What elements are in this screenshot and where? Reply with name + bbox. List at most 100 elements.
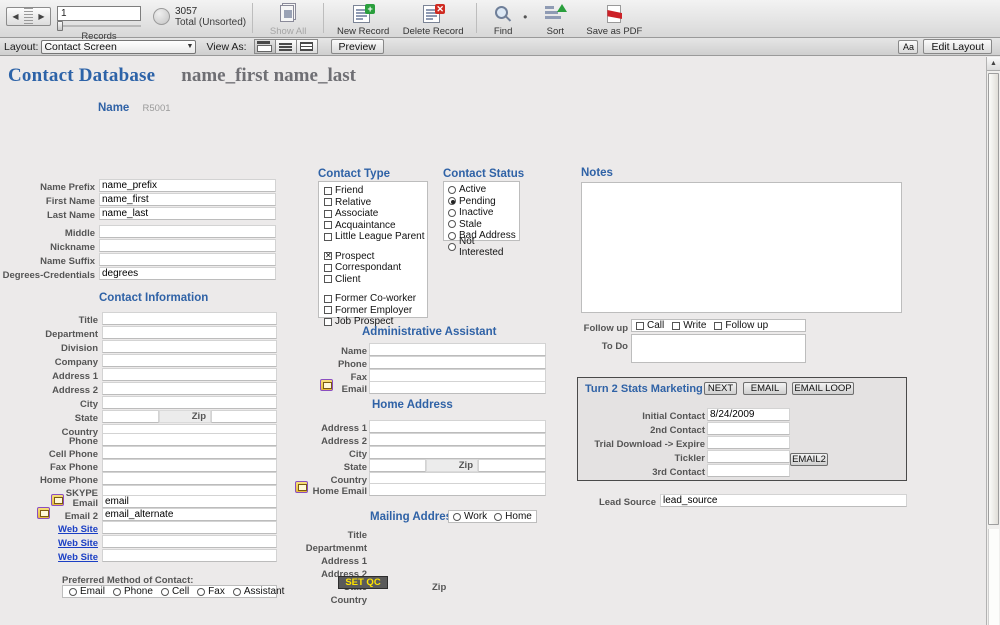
record-number-input[interactable]: 1 <box>57 6 141 21</box>
field-middle[interactable] <box>99 225 276 238</box>
radio-bad-address[interactable] <box>448 231 456 240</box>
field-cell-phone[interactable] <box>102 446 277 459</box>
contact-status-stale[interactable]: Stale <box>448 219 519 231</box>
field-state[interactable] <box>102 410 159 423</box>
radio-active[interactable] <box>448 185 456 194</box>
field-zip[interactable] <box>211 410 277 423</box>
field-name-suffix[interactable] <box>99 253 276 266</box>
email-button[interactable]: EMAIL <box>743 382 787 395</box>
field-tickler[interactable] <box>707 450 790 463</box>
radio-mailing-home[interactable] <box>494 512 503 521</box>
preferred-option-email[interactable]: Email <box>69 586 105 598</box>
checkbox-job-prospect[interactable] <box>324 317 332 326</box>
contact-status-not-interested[interactable]: Not Interested <box>448 236 519 258</box>
field-email-2[interactable]: email_alternate <box>102 508 277 521</box>
field-email[interactable]: email <box>102 495 277 508</box>
field-website-1[interactable] <box>102 521 277 534</box>
checkbox-correspondant[interactable] <box>324 263 332 272</box>
contact-type-former-employer[interactable]: Former Employer <box>324 305 427 317</box>
field-3rd-contact[interactable] <box>707 464 790 477</box>
checkbox-call[interactable] <box>636 321 644 330</box>
field-website-3[interactable] <box>102 549 277 562</box>
checkbox-former-coworker[interactable] <box>324 294 332 303</box>
preferred-option-phone[interactable]: Phone <box>113 586 153 598</box>
mailing-option-home[interactable]: Home <box>494 511 532 523</box>
contact-status-active[interactable]: Active <box>448 184 519 196</box>
field-address-2[interactable] <box>102 382 277 395</box>
checkbox-friend[interactable] <box>324 186 332 195</box>
checkbox-client[interactable] <box>324 275 332 284</box>
radio-stale[interactable] <box>448 220 456 229</box>
checkbox-former-employer[interactable] <box>324 306 332 315</box>
field-aa-email[interactable] <box>369 381 546 394</box>
field-last-name[interactable]: name_last <box>99 207 276 220</box>
edit-layout-button[interactable]: Edit Layout <box>923 39 992 54</box>
field-company[interactable] <box>102 354 277 367</box>
contact-type-former-coworker[interactable]: Former Co-worker <box>324 293 427 305</box>
contact-type-acquaintance[interactable]: Acquaintance <box>324 220 427 232</box>
find-dropdown-icon[interactable]: • <box>523 10 527 24</box>
contact-type-checkbox-group[interactable]: Friend Relative Associate Acquaintance L… <box>318 181 428 327</box>
field-home-address-1[interactable] <box>369 420 546 433</box>
field-initial-contact[interactable]: 8/24/2009 <box>707 408 790 421</box>
checkbox-prospect[interactable] <box>324 251 332 261</box>
record-nav-widget[interactable]: ◀ ▶ <box>6 7 51 26</box>
website-link-2[interactable]: Web Site <box>0 538 98 549</box>
find-button[interactable]: Find <box>483 2 523 38</box>
email-loop-button[interactable]: EMAIL LOOP <box>792 382 854 395</box>
view-as-form-button[interactable] <box>253 39 276 54</box>
record-slider[interactable] <box>57 21 141 31</box>
field-2nd-contact[interactable] <box>707 422 790 435</box>
vertical-scrollbar[interactable]: ▲ <box>986 57 1000 625</box>
preferred-option-assistant[interactable]: Assistant <box>232 586 284 598</box>
field-degrees[interactable]: degrees <box>99 267 276 280</box>
field-department[interactable] <box>102 326 277 339</box>
field-home-email[interactable] <box>369 483 546 496</box>
field-fax-phone[interactable] <box>102 459 277 472</box>
website-link-3[interactable]: Web Site <box>0 552 98 563</box>
field-lead-source[interactable]: lead_source <box>660 494 907 507</box>
checkbox-relative[interactable] <box>324 198 332 207</box>
website-link-1[interactable]: Web Site <box>0 524 98 535</box>
contact-status-inactive[interactable]: Inactive <box>448 207 519 219</box>
sort-button[interactable]: Sort <box>533 2 577 38</box>
mailing-address-radio-group[interactable]: Work Home <box>448 510 537 523</box>
field-city[interactable] <box>102 396 277 409</box>
field-title[interactable] <box>102 312 277 325</box>
record-slider-knob[interactable] <box>57 21 63 31</box>
todo-textarea[interactable] <box>631 334 806 363</box>
delete-record-button[interactable]: ✕ Delete Record <box>396 2 470 38</box>
radio-email[interactable] <box>69 587 77 596</box>
contact-type-little-league-parent[interactable]: Little League Parent <box>324 231 427 243</box>
radio-assistant[interactable] <box>232 587 241 596</box>
view-as-table-button[interactable] <box>295 39 318 54</box>
field-home-state[interactable] <box>369 459 426 472</box>
checkbox-little-league-parent[interactable] <box>324 232 332 241</box>
radio-pending[interactable] <box>448 197 456 206</box>
follow-up-followup[interactable]: Follow up <box>714 320 768 332</box>
save-as-pdf-button[interactable]: Save as PDF <box>583 2 645 38</box>
contact-type-associate[interactable]: Associate <box>324 208 427 220</box>
checkbox-write[interactable] <box>672 321 681 330</box>
contact-type-friend[interactable]: Friend <box>324 185 427 197</box>
scrollbar-thumb[interactable] <box>988 73 999 525</box>
field-home-phone[interactable] <box>102 472 277 485</box>
preview-button[interactable]: Preview <box>330 39 384 54</box>
checkbox-associate[interactable] <box>324 209 332 218</box>
next-record-icon[interactable]: ▶ <box>33 8 50 25</box>
field-home-city[interactable] <box>369 446 546 459</box>
field-website-2[interactable] <box>102 535 277 548</box>
text-format-button[interactable]: Aa <box>898 39 919 54</box>
field-first-name[interactable]: name_first <box>99 193 276 206</box>
contact-type-client[interactable]: Client <box>324 274 427 286</box>
field-address-1[interactable] <box>102 368 277 381</box>
scroll-up-button[interactable]: ▲ <box>987 57 1000 71</box>
contact-status-radio-group[interactable]: Active Pending Inactive Stale Bad Addres… <box>443 181 520 258</box>
contact-type-correspondant[interactable]: Correspondant <box>324 262 427 274</box>
follow-up-write[interactable]: Write <box>672 320 706 332</box>
notes-textarea[interactable] <box>581 182 902 313</box>
contact-status-pending[interactable]: Pending <box>448 196 519 208</box>
contact-type-relative[interactable]: Relative <box>324 197 427 209</box>
field-aa-phone[interactable] <box>369 356 546 369</box>
checkbox-followup[interactable] <box>714 321 723 330</box>
